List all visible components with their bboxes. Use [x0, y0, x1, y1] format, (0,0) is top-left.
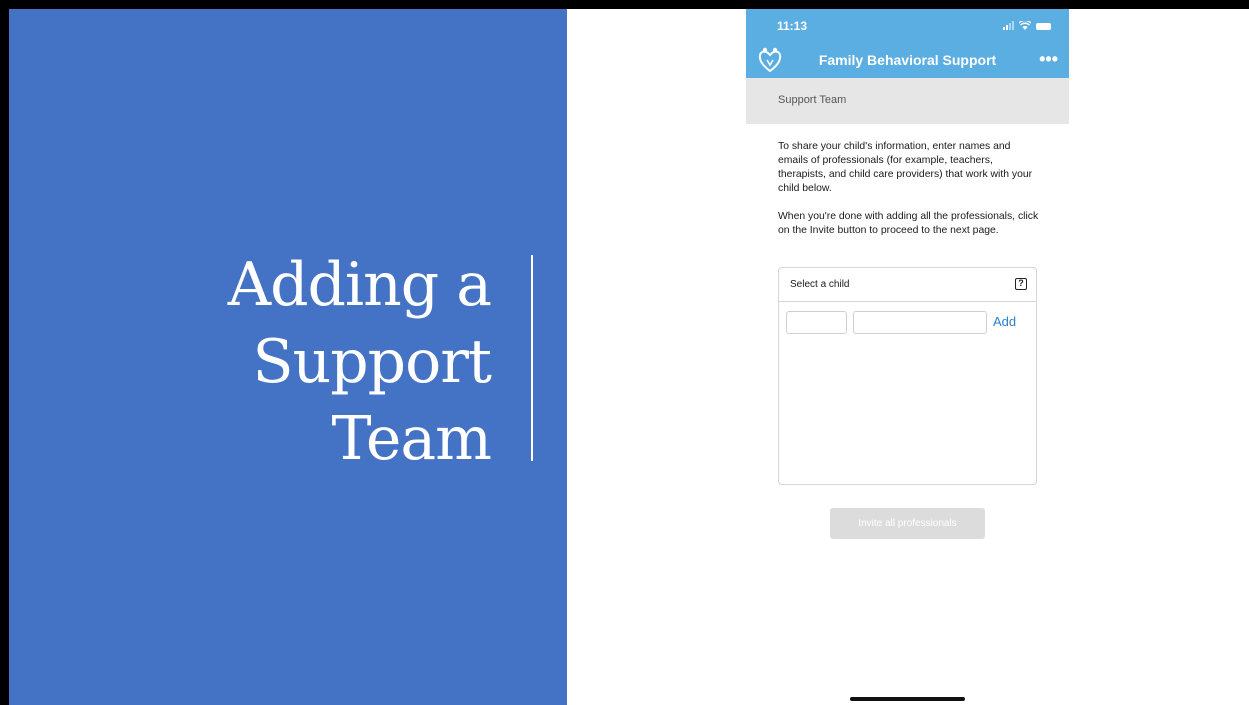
title-divider: [531, 255, 533, 461]
wifi-icon: [1019, 21, 1031, 30]
select-child-dropdown[interactable]: Select a child ?: [779, 268, 1036, 302]
battery-icon: [1036, 23, 1051, 30]
section-header-label: Support Team: [778, 94, 847, 106]
help-icon[interactable]: ?: [1015, 278, 1027, 290]
slide-title-line-3: Team: [331, 404, 492, 474]
professional-name-input[interactable]: [786, 311, 847, 334]
frame-border-left: [0, 0, 9, 705]
app-title: Family Behavioral Support: [818, 52, 997, 68]
instructions: To share your child's information, enter…: [778, 140, 1040, 238]
slide-title: Adding a Support Team: [171, 247, 492, 478]
status-icons: [1003, 21, 1051, 30]
select-child-label: Select a child: [790, 279, 850, 290]
title-panel: Adding a Support Team: [9, 9, 567, 705]
app-nav-bar: Family Behavioral Support •••: [746, 42, 1069, 78]
frame-border-top: [0, 0, 1249, 9]
professional-email-input[interactable]: [853, 311, 987, 334]
status-time: 11:13: [777, 19, 808, 33]
slide-title-line-1: Adding a: [227, 250, 492, 320]
signal-icon: [1003, 21, 1014, 30]
more-options-button[interactable]: •••: [1039, 50, 1058, 68]
instructions-paragraph-2: When you're done with adding all the pro…: [778, 211, 1039, 236]
invite-all-professionals-button[interactable]: Invite all professionals: [830, 508, 985, 539]
section-header: Support Team: [746, 78, 1069, 124]
support-team-form: Select a child ? Add: [778, 267, 1037, 485]
home-indicator[interactable]: [850, 697, 965, 701]
phone-screen: 11:13 Family Behavioral Support ••• Supp…: [746, 9, 1069, 705]
status-bar: 11:13: [746, 9, 1069, 42]
instructions-paragraph-1: To share your child's information, enter…: [778, 141, 1033, 194]
slide-title-line-2: Support: [252, 327, 492, 397]
add-professional-button[interactable]: Add: [993, 314, 1016, 329]
